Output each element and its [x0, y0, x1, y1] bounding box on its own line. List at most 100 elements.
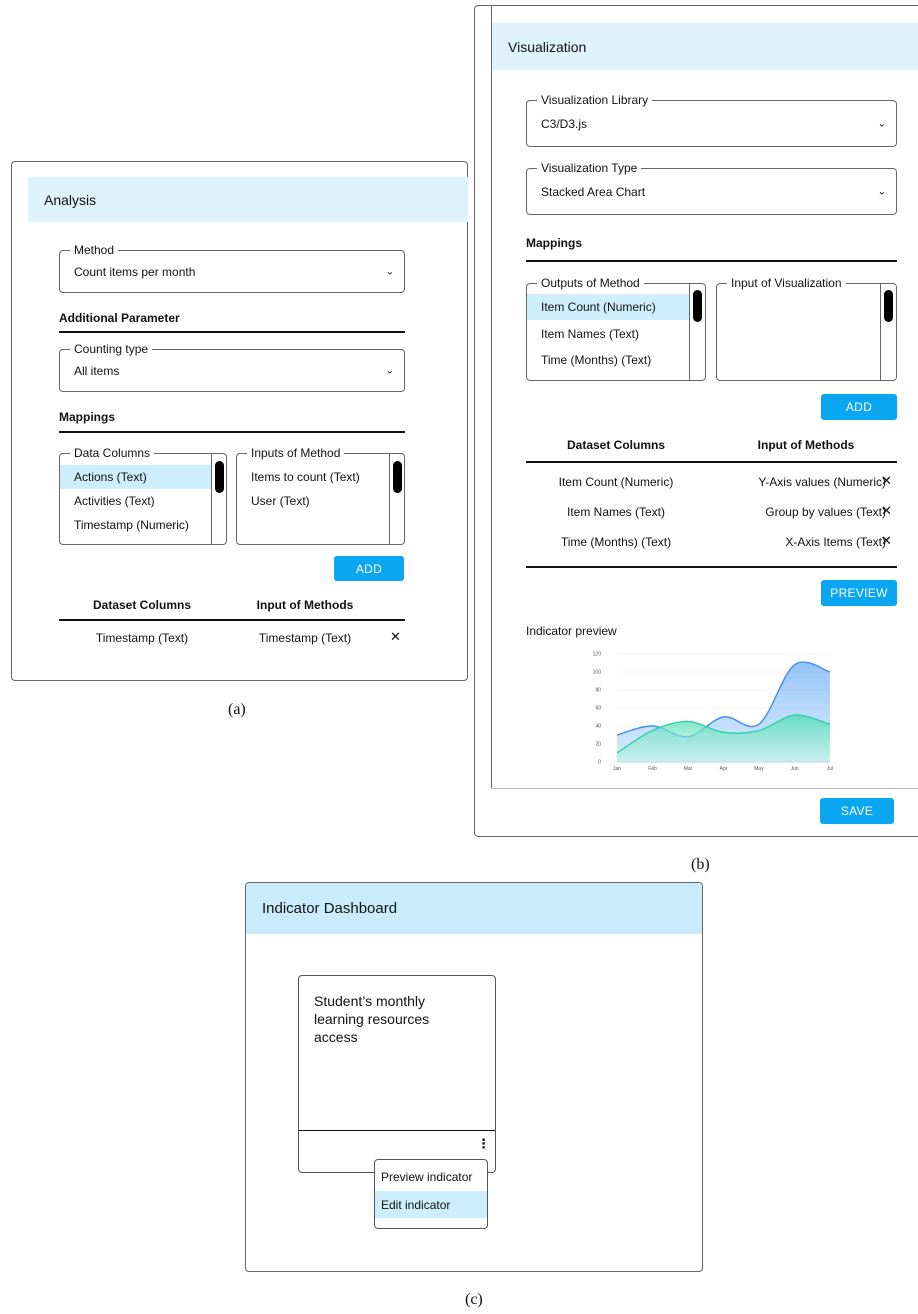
chevron-down-icon: ⌄	[385, 365, 394, 376]
counting-type-label: Counting type	[70, 342, 153, 356]
table-cell: Time (Months) (Text)	[560, 535, 672, 549]
more-vertical-icon[interactable]: ⋮	[477, 1137, 490, 1150]
table-cell: X-Axis Items (Text)	[785, 535, 886, 549]
mappings-heading: Mappings	[59, 410, 115, 424]
add-button[interactable]: ADD	[821, 394, 897, 420]
y-tick-label: 40	[595, 724, 601, 730]
menu-item-edit-indicator[interactable]: Edit indicator	[375, 1191, 487, 1218]
divider	[59, 431, 405, 433]
visualization-library-select[interactable]: Visualization Library C3/D3.js ⌄	[526, 93, 897, 147]
visualization-type-value: Stacked Area Chart	[541, 184, 646, 199]
list-item[interactable]: Activities (Text)	[60, 489, 211, 513]
indicator-context-menu: Preview indicator Edit indicator	[374, 1159, 488, 1229]
table-cell: Group by values (Text)	[765, 505, 886, 519]
x-tick-label: Apr	[720, 766, 728, 772]
table-header-dataset-columns: Dataset Columns	[92, 598, 192, 612]
menu-item-preview-indicator[interactable]: Preview indicator	[375, 1164, 487, 1190]
inputs-of-method-label: Inputs of Method	[247, 446, 345, 460]
y-tick-label: 20	[595, 742, 601, 748]
data-columns-list[interactable]: Data Columns Actions (Text) Activities (…	[59, 446, 227, 545]
table-divider	[59, 619, 405, 621]
table-cell: Item Count (Numeric)	[558, 475, 674, 489]
inputs-of-method-list[interactable]: Inputs of Method Items to count (Text) U…	[236, 446, 405, 545]
visualization-library-label: Visualization Library	[537, 93, 653, 107]
x-tick-label: Jul	[827, 766, 833, 772]
list-item[interactable]: Actions (Text)	[60, 465, 211, 489]
additional-parameter-heading: Additional Parameter	[59, 311, 180, 325]
scrollbar-thumb[interactable]	[693, 290, 702, 322]
scrollbar-thumb[interactable]	[215, 461, 224, 493]
table-divider	[526, 461, 897, 463]
table-divider	[526, 566, 897, 568]
counting-type-value: All items	[74, 363, 120, 378]
y-tick-label: 120	[593, 652, 602, 658]
table-cell: Item Names (Text)	[566, 505, 665, 519]
y-tick-label: 60	[595, 706, 601, 712]
x-tick-label: Feb	[648, 766, 657, 772]
scrollbar[interactable]	[689, 284, 705, 380]
visualization-panel: Visualization Visualization Library C3/D…	[474, 5, 918, 837]
visualization-type-select[interactable]: Visualization Type Stacked Area Chart ⌄	[526, 161, 897, 215]
outputs-of-method-list[interactable]: Outputs of Method Item Count (Numeric) I…	[526, 276, 706, 381]
y-tick-label: 0	[598, 760, 601, 766]
visualization-header: Visualization	[492, 23, 918, 70]
chevron-down-icon: ⌄	[385, 266, 394, 277]
y-tick-label: 80	[595, 688, 601, 694]
dashboard-header: Indicator Dashboard	[246, 883, 702, 934]
x-tick-label: Jan	[613, 766, 621, 772]
analysis-header: Analysis	[28, 177, 468, 222]
save-button[interactable]: SAVE	[820, 798, 894, 824]
card-divider	[299, 1130, 495, 1131]
chevron-down-icon: ⌄	[877, 186, 886, 197]
table-cell: Y-Axis values (Numeric)	[758, 475, 886, 489]
add-button[interactable]: ADD	[334, 556, 404, 581]
close-icon[interactable]: ✕	[881, 473, 892, 489]
close-icon[interactable]: ✕	[390, 629, 401, 645]
visualization-inner-bottom	[491, 788, 918, 789]
x-tick-label: May	[754, 766, 764, 772]
indicator-preview-chart: 120 100 80 60 40 20 0 Jan Feb Mar Apr May Jun Jul	[593, 652, 834, 773]
visualization-library-value: C3/D3.js	[541, 116, 588, 131]
caption-b: (b)	[691, 856, 710, 873]
divider	[526, 260, 897, 262]
dashboard-title: Indicator Dashboard	[262, 900, 398, 917]
indicator-card[interactable]: Student’s monthly learning resources acc…	[298, 975, 496, 1173]
scrollbar-thumb[interactable]	[393, 461, 402, 493]
list-item[interactable]: Items to count (Text)	[237, 465, 389, 489]
list-item[interactable]: Timestamp (Numeric)	[60, 513, 211, 537]
data-columns-label: Data Columns	[70, 446, 155, 460]
method-label: Method	[70, 243, 119, 257]
input-of-visualization-list[interactable]: Input of Visualization	[716, 276, 897, 381]
scrollbar[interactable]	[211, 454, 227, 544]
input-of-visualization-label: Input of Visualization	[727, 276, 846, 290]
list-item[interactable]: Item Count (Numeric)	[527, 294, 689, 320]
visualization-type-label: Visualization Type	[537, 161, 642, 175]
method-select[interactable]: Method Count items per month ⌄	[59, 243, 405, 293]
y-tick-label: 100	[593, 670, 602, 676]
x-tick-label: Jun	[790, 766, 798, 772]
preview-button[interactable]: PREVIEW	[821, 580, 897, 606]
list-item[interactable]: Time (Months) (Text)	[527, 347, 689, 373]
chevron-down-icon: ⌄	[877, 118, 886, 129]
table-cell: Timestamp (Text)	[258, 631, 352, 645]
list-item[interactable]: User (Text)	[237, 489, 389, 513]
visualization-inner-border	[491, 6, 492, 788]
caption-a: (a)	[228, 701, 246, 718]
analysis-title: Analysis	[44, 191, 97, 208]
indicator-preview-label: Indicator preview	[526, 624, 617, 638]
scrollbar-thumb[interactable]	[884, 290, 893, 322]
counting-type-select[interactable]: Counting type All items ⌄	[59, 342, 405, 392]
scrollbar[interactable]	[389, 454, 405, 544]
close-icon[interactable]: ✕	[881, 533, 892, 549]
table-header-input-of-methods: Input of Methods	[757, 438, 855, 452]
table-cell: Timestamp (Text)	[95, 631, 189, 645]
method-value: Count items per month	[74, 264, 196, 279]
analysis-panel: Analysis Method Count items per month ⌄ …	[11, 161, 468, 681]
close-icon[interactable]: ✕	[881, 503, 892, 519]
caption-c: (c)	[465, 1291, 483, 1308]
outputs-of-method-label: Outputs of Method	[537, 276, 644, 290]
mappings-heading: Mappings	[526, 236, 582, 250]
indicator-card-title: Student’s monthly learning resources acc…	[314, 993, 430, 1045]
list-item[interactable]: Item Names (Text)	[527, 321, 689, 347]
scrollbar[interactable]	[880, 284, 896, 380]
